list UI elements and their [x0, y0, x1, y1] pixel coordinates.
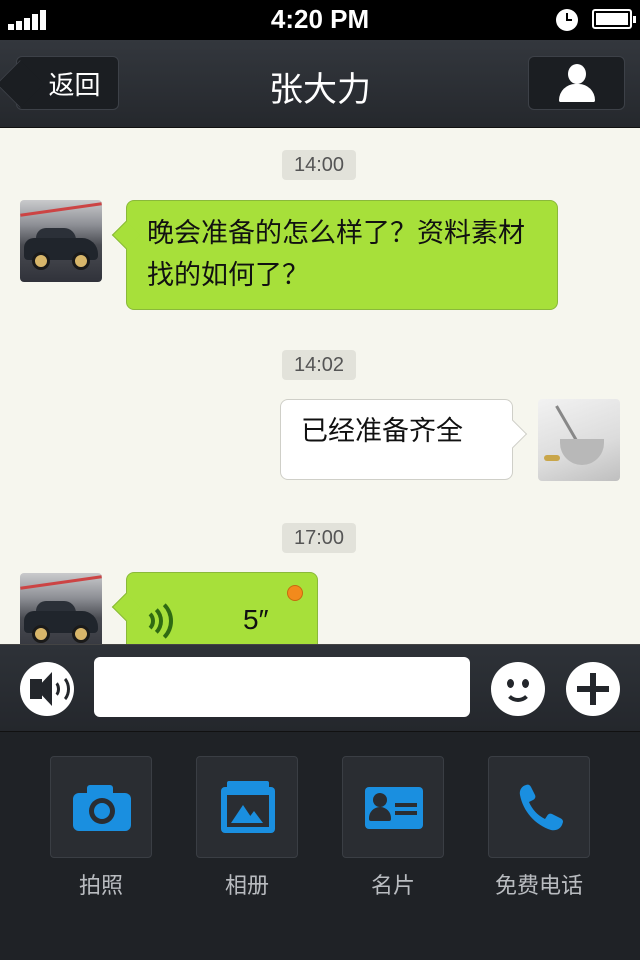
attachment-panel: 拍照 相册 名片 免费电话	[0, 732, 640, 960]
contact-profile-button[interactable]	[528, 56, 625, 110]
message-text-input[interactable]	[94, 657, 470, 717]
attach-label: 拍照	[78, 874, 123, 899]
person-icon	[559, 64, 595, 102]
camera-button[interactable]	[50, 756, 152, 858]
alarm-clock-icon	[556, 9, 578, 31]
status-bar: 4:20 PM	[0, 0, 640, 40]
attach-camera-item[interactable]: 拍照	[50, 756, 152, 900]
attach-label: 免费电话	[494, 874, 583, 899]
album-button[interactable]	[196, 756, 298, 858]
voice-message-bubble[interactable]: 5″	[111, 572, 318, 644]
status-time: 4:20 PM	[270, 4, 370, 34]
my-avatar[interactable]	[538, 399, 620, 481]
battery-icon	[592, 9, 636, 29]
message-timestamp: 14:00	[282, 150, 357, 180]
chat-messages-area[interactable]: 14:00 晚会准备的怎么样了？资料素材找的如何了？ 14:02 已经准备齐全 …	[0, 128, 640, 644]
attach-card-item[interactable]: 名片	[342, 756, 444, 900]
voice-wave-icon	[145, 593, 185, 644]
emoji-button[interactable]	[491, 662, 545, 716]
attach-call-item[interactable]: 免费电话	[488, 756, 590, 900]
business-card-icon	[365, 787, 423, 829]
outgoing-message-bubble[interactable]: 已经准备齐全	[280, 399, 528, 480]
message-text: 晚会准备的怎么样了？资料素材找的如何了？	[147, 218, 525, 291]
camera-icon	[73, 785, 131, 831]
voice-input-toggle-button[interactable]	[20, 662, 74, 716]
message-text: 已经准备齐全	[301, 416, 463, 447]
free-call-button[interactable]	[488, 756, 590, 858]
unread-indicator	[287, 585, 303, 601]
attach-label: 相册	[224, 874, 269, 899]
message-timestamp: 14:02	[282, 350, 357, 380]
voice-duration: 5″	[243, 604, 269, 635]
photo-album-icon	[221, 781, 275, 833]
message-timestamp: 17:00	[282, 523, 357, 553]
contact-avatar[interactable]	[20, 200, 102, 282]
contact-avatar[interactable]	[20, 573, 102, 644]
phone-icon	[489, 757, 591, 859]
back-button-label: 返回	[48, 70, 101, 101]
more-options-button[interactable]	[566, 662, 620, 716]
incoming-message-bubble[interactable]: 晚会准备的怎么样了？资料素材找的如何了？	[111, 200, 558, 310]
attach-label: 名片	[370, 874, 415, 899]
attach-album-item[interactable]: 相册	[196, 756, 298, 900]
business-card-button[interactable]	[342, 756, 444, 858]
message-input-bar	[0, 644, 640, 732]
navigation-bar: 返回 张大力	[0, 40, 640, 128]
